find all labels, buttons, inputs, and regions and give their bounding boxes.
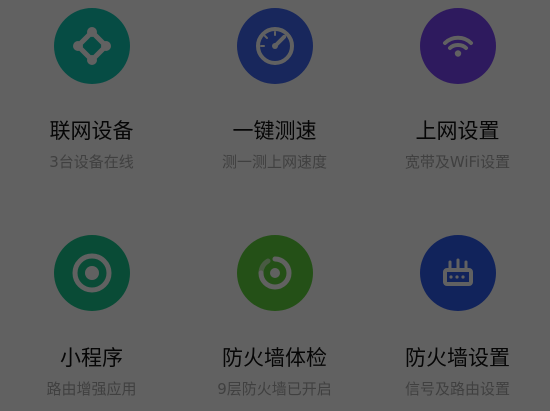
tile-title: 防火墙设置 <box>405 346 510 370</box>
tile-title: 联网设备 <box>49 119 134 143</box>
tile-speed-test[interactable]: 一键测速 测一测上网速度 <box>183 8 366 172</box>
tile-subtitle: 信号及路由设置 <box>404 380 510 398</box>
tile-title: 一键测速 <box>232 119 317 143</box>
tile-subtitle: 测一测上网速度 <box>221 153 327 171</box>
tile-mini-programs[interactable]: 小程序 路由增强应用 <box>0 235 183 399</box>
tile-internet-settings[interactable]: 上网设置 宽带及WiFi设置 <box>366 8 549 172</box>
tile-title: 小程序 <box>60 346 123 370</box>
mini-program-icon <box>53 235 130 311</box>
tile-title: 上网设置 <box>415 119 500 143</box>
router-feature-grid: 联网设备 3台设备在线 一键测速 测一测上网速度 上网设置 宽带及WiFi设置 … <box>0 0 550 411</box>
tile-title: 防火墙体检 <box>222 346 327 370</box>
wifi-icon <box>419 8 496 84</box>
router-settings-icon <box>419 235 496 311</box>
network-devices-icon <box>53 8 130 84</box>
tile-firewall-check[interactable]: 防火墙体检 9层防火墙已开启 <box>183 235 366 399</box>
tile-subtitle: 路由增强应用 <box>46 380 137 398</box>
firewall-check-icon <box>236 235 313 311</box>
tile-subtitle: 宽带及WiFi设置 <box>404 153 511 171</box>
tile-network-devices[interactable]: 联网设备 3台设备在线 <box>0 8 183 172</box>
speedometer-icon <box>236 8 313 84</box>
tile-subtitle: 9层防火墙已开启 <box>217 380 332 398</box>
tile-firewall-settings[interactable]: 防火墙设置 信号及路由设置 <box>366 235 549 399</box>
tile-subtitle: 3台设备在线 <box>49 153 134 171</box>
